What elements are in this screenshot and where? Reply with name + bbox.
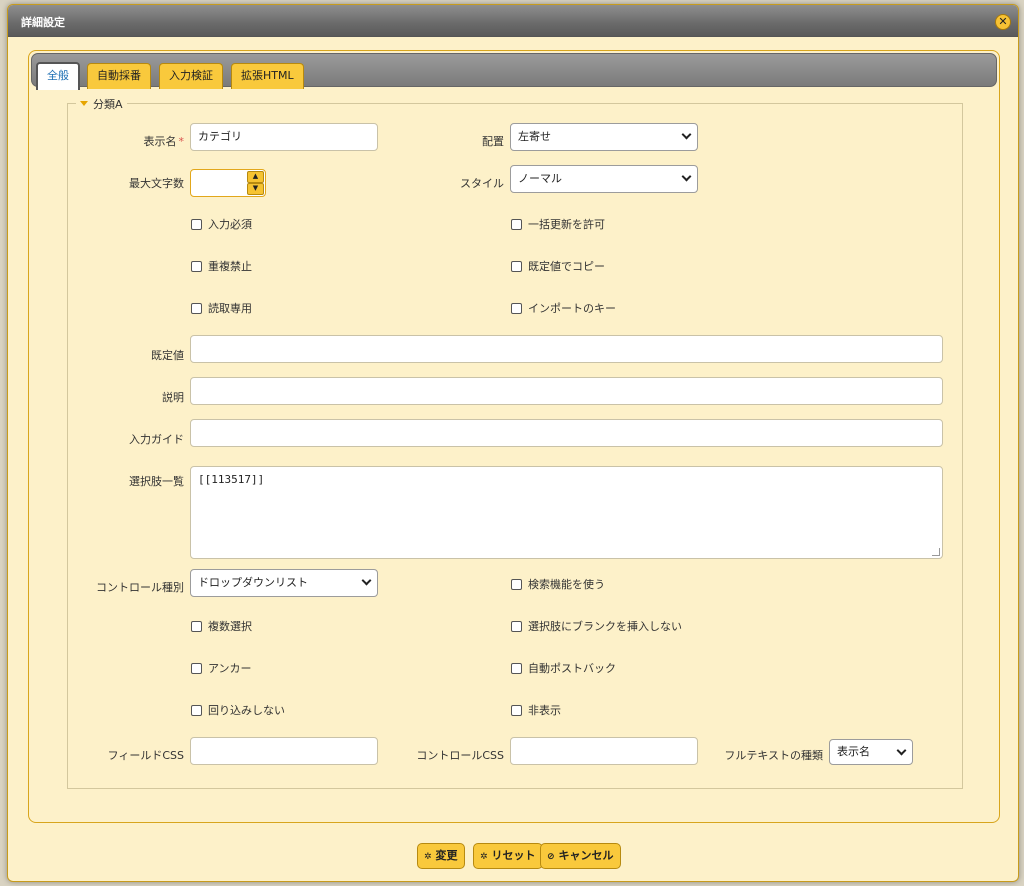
change-button[interactable]: ✲ 変更 xyxy=(417,843,465,869)
max-length-spinner[interactable]: ▲ ▼ xyxy=(190,169,266,197)
allow-bulk-update-label: 一括更新を許可 xyxy=(528,218,605,231)
chevron-down-icon xyxy=(681,171,692,182)
tab-general[interactable]: 全般 xyxy=(36,62,80,90)
chevron-down-icon xyxy=(681,129,692,140)
ban-icon: ⊘ xyxy=(547,852,555,862)
control-type-select[interactable]: ドロップダウンリスト xyxy=(190,569,378,597)
choices-value: [[113517]] xyxy=(198,473,265,486)
display-name-label: 表示名 * xyxy=(88,133,185,149)
spinner-buttons: ▲ ▼ xyxy=(247,171,264,195)
read-only-checkbox[interactable]: 読取専用 xyxy=(191,300,252,315)
choices-textarea[interactable]: [[113517]] xyxy=(190,466,943,559)
description-input[interactable] xyxy=(190,377,943,405)
hidden-label: 非表示 xyxy=(528,704,561,717)
display-name-input[interactable]: カテゴリ xyxy=(190,123,378,151)
chevron-down-icon xyxy=(361,575,372,586)
spinner-down-icon[interactable]: ▼ xyxy=(247,183,264,195)
alignment-label: 配置 xyxy=(482,135,504,148)
description-label: 説明 xyxy=(162,391,184,404)
auto-postback-label: 自動ポストバック xyxy=(528,662,616,675)
auto-postback-checkbox[interactable]: 自動ポストバック xyxy=(511,660,616,675)
required-checkbox[interactable]: 入力必須 xyxy=(191,216,252,231)
checkbox-box[interactable] xyxy=(511,705,522,716)
checkbox-box[interactable] xyxy=(191,621,202,632)
tab-auto-numbering[interactable]: 自動採番 xyxy=(87,63,151,89)
group-title: 分類A xyxy=(93,98,123,111)
import-key-checkbox[interactable]: インポートのキー xyxy=(511,300,616,315)
hidden-checkbox[interactable]: 非表示 xyxy=(511,702,561,717)
use-search-label: 検索機能を使う xyxy=(528,578,605,591)
cancel-button[interactable]: ⊘ キャンセル xyxy=(540,843,621,869)
checkbox-box[interactable] xyxy=(191,261,202,272)
cancel-button-label: キャンセル xyxy=(558,849,614,862)
control-type-value: ドロップダウンリスト xyxy=(198,576,308,589)
chevron-down-icon xyxy=(896,745,907,756)
control-css-label: コントロールCSS xyxy=(416,749,504,762)
group-legend[interactable]: 分類A xyxy=(76,96,127,112)
checkbox-box[interactable] xyxy=(511,261,522,272)
dialog-titlebar[interactable]: 詳細設定 ✕ xyxy=(8,5,1018,37)
input-guide-label: 入力ガイド xyxy=(129,433,184,446)
fulltext-type-select[interactable]: 表示名 xyxy=(829,739,913,765)
anchor-label: アンカー xyxy=(208,662,252,675)
spinner-up-icon[interactable]: ▲ xyxy=(247,171,264,183)
no-blank-in-choices-checkbox[interactable]: 選択肢にブランクを挿入しない xyxy=(511,618,682,633)
collapse-triangle-icon xyxy=(80,101,88,106)
gear-icon: ✲ xyxy=(424,852,432,862)
import-key-label: インポートのキー xyxy=(528,302,616,315)
style-select[interactable]: ノーマル xyxy=(510,165,698,193)
read-only-label: 読取専用 xyxy=(208,302,252,315)
change-button-label: 変更 xyxy=(435,849,458,862)
max-length-label: 最大文字数 xyxy=(129,177,184,190)
no-wrap-checkbox[interactable]: 回り込みしない xyxy=(191,702,285,717)
copy-by-default-checkbox[interactable]: 既定値でコピー xyxy=(511,258,605,273)
checkbox-box[interactable] xyxy=(191,219,202,230)
fulltext-type-value: 表示名 xyxy=(837,745,870,758)
multiple-selection-label: 複数選択 xyxy=(208,620,252,633)
copy-by-default-label: 既定値でコピー xyxy=(528,260,605,273)
checkbox-box[interactable] xyxy=(191,663,202,674)
checkbox-box[interactable] xyxy=(511,303,522,314)
style-value: ノーマル xyxy=(518,172,562,185)
checkbox-box[interactable] xyxy=(511,579,522,590)
no-wrap-label: 回り込みしない xyxy=(208,704,285,717)
field-css-input[interactable] xyxy=(190,737,378,765)
checkbox-box[interactable] xyxy=(511,219,522,230)
required-mark: * xyxy=(178,135,185,148)
gear-icon: ✲ xyxy=(480,852,488,862)
checkbox-box[interactable] xyxy=(191,705,202,716)
no-duplicates-checkbox[interactable]: 重複禁止 xyxy=(191,258,252,273)
multiple-selection-checkbox[interactable]: 複数選択 xyxy=(191,618,252,633)
no-blank-in-choices-label: 選択肢にブランクを挿入しない xyxy=(528,620,682,633)
no-duplicates-label: 重複禁止 xyxy=(208,260,252,273)
checkbox-box[interactable] xyxy=(511,621,522,632)
input-guide-input[interactable] xyxy=(190,419,943,447)
tab-extended-html[interactable]: 拡張HTML xyxy=(231,63,304,89)
dialog-title: 詳細設定 xyxy=(21,16,65,29)
default-value-input[interactable] xyxy=(190,335,943,363)
choices-label: 選択肢一覧 xyxy=(129,475,184,488)
use-search-checkbox[interactable]: 検索機能を使う xyxy=(511,576,605,591)
reset-button[interactable]: ✲ リセット xyxy=(473,843,543,869)
close-icon[interactable]: ✕ xyxy=(995,14,1011,30)
tab-input-validation[interactable]: 入力検証 xyxy=(159,63,223,89)
fulltext-type-label: フルテキストの種類 xyxy=(724,749,823,762)
default-value-label: 既定値 xyxy=(151,349,184,362)
anchor-checkbox[interactable]: アンカー xyxy=(191,660,252,675)
alignment-select[interactable]: 左寄せ xyxy=(510,123,698,151)
checkbox-box[interactable] xyxy=(191,303,202,314)
field-css-label: フィールドCSS xyxy=(107,749,184,762)
allow-bulk-update-checkbox[interactable]: 一括更新を許可 xyxy=(511,216,605,231)
tab-bar: 全般 自動採番 入力検証 拡張HTML xyxy=(31,53,997,90)
alignment-value: 左寄せ xyxy=(518,130,551,143)
control-css-input[interactable] xyxy=(510,737,698,765)
control-type-label: コントロール種別 xyxy=(96,581,184,594)
reset-button-label: リセット xyxy=(491,849,536,862)
display-name-label-text: 表示名 xyxy=(143,135,177,148)
resize-grip-icon[interactable] xyxy=(932,548,940,556)
checkbox-box[interactable] xyxy=(511,663,522,674)
required-checkbox-label: 入力必須 xyxy=(208,218,252,231)
detail-settings-dialog: 詳細設定 ✕ 全般 自動採番 入力検証 拡張HTML 分類A 表示名 * カテゴリ… xyxy=(7,4,1019,882)
style-label: スタイル xyxy=(460,177,504,190)
